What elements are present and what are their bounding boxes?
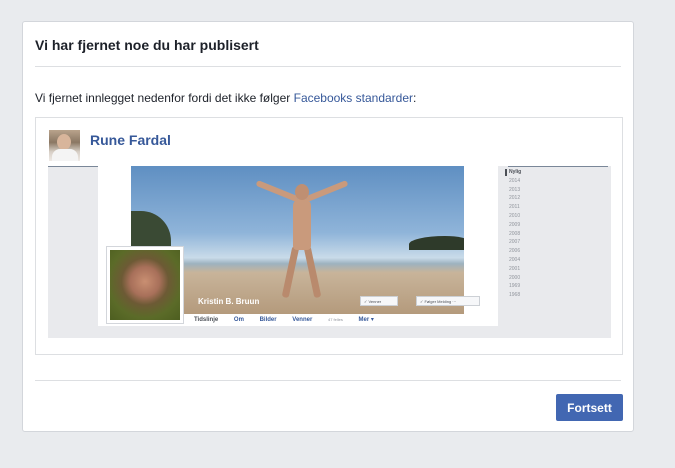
divider (35, 380, 621, 381)
nav-photos: Bilder (259, 317, 277, 323)
figure-arm-right (305, 179, 349, 203)
figure-leg-right (303, 245, 322, 299)
friends-button: ✓ Venner (360, 296, 398, 306)
profile-action-buttons: ✓ Følger Melding ··· (416, 296, 480, 306)
timeline-year: 2000 (509, 274, 521, 281)
removal-dialog: Vi har fjernet noe du har publisert Vi f… (22, 21, 634, 432)
standards-link[interactable]: Facebooks standarder (294, 91, 413, 105)
continue-button[interactable]: Fortsett (556, 394, 623, 421)
avatar-shirt (52, 149, 78, 161)
profile-picture-image (110, 250, 180, 320)
removed-post: Rune Fardal Kristin B. Bruun ✓ Venner ✓ … (35, 117, 623, 355)
timeline-year: 2001 (509, 265, 521, 272)
avatar-face (57, 134, 71, 150)
figure-arm-left (255, 179, 299, 203)
timeline-year: 2011 (509, 204, 520, 211)
post-image: Kristin B. Bruun ✓ Venner ✓ Følger Meldi… (48, 166, 611, 338)
message-text: Vi fjernet innlegget nedenfor fordi det … (35, 91, 294, 105)
removal-message: Vi fjernet innlegget nedenfor fordi det … (35, 91, 416, 105)
profile-name: Kristin B. Bruun (198, 297, 260, 306)
timeline-years: Nylig 2014 2013 2012 2011 2010 2009 2008… (501, 168, 546, 338)
nav-more: Mer ▾ (358, 317, 374, 323)
follow-button: ✓ Følger (420, 299, 437, 304)
post-author-name[interactable]: Rune Fardal (90, 132, 171, 148)
figure-leg-left (281, 245, 300, 299)
timeline-year: 2014 (509, 177, 521, 184)
avatar[interactable] (49, 130, 80, 161)
profile-picture (106, 246, 184, 324)
nav-about: Om (233, 317, 244, 323)
nav-timeline: Tidslinje (194, 317, 219, 323)
timeline-year: 2010 (509, 212, 521, 219)
profile-nav: Tidslinje Om Bilder Venner 47 felles Mer… (194, 316, 388, 330)
nav-friends-label: Venner (292, 317, 313, 323)
timeline-year: 2013 (509, 186, 521, 193)
nav-friends-count: 47 felles (327, 317, 343, 322)
message-button: Melding (437, 299, 452, 304)
timeline-year: 1968 (509, 292, 521, 299)
dialog-title: Vi har fjernet noe du har publisert (35, 37, 259, 53)
figure-head (295, 184, 309, 200)
timeline-year: 1969 (509, 283, 521, 290)
timeline-year: 2009 (509, 221, 521, 228)
timeline-year: 2012 (509, 195, 521, 202)
timeline-year: 2007 (509, 239, 521, 246)
divider (35, 66, 621, 67)
timeline-year: Nylig (501, 168, 546, 177)
timeline-year: 2006 (509, 248, 521, 255)
timeline-year: 2004 (509, 256, 521, 263)
hill-right (409, 236, 464, 250)
divider (508, 166, 608, 167)
nav-friends: Venner 47 felles (292, 317, 343, 323)
figure-body (293, 198, 311, 250)
timeline-year: 2008 (509, 230, 521, 237)
more-button: ··· (452, 299, 457, 304)
message-suffix: : (413, 91, 417, 105)
